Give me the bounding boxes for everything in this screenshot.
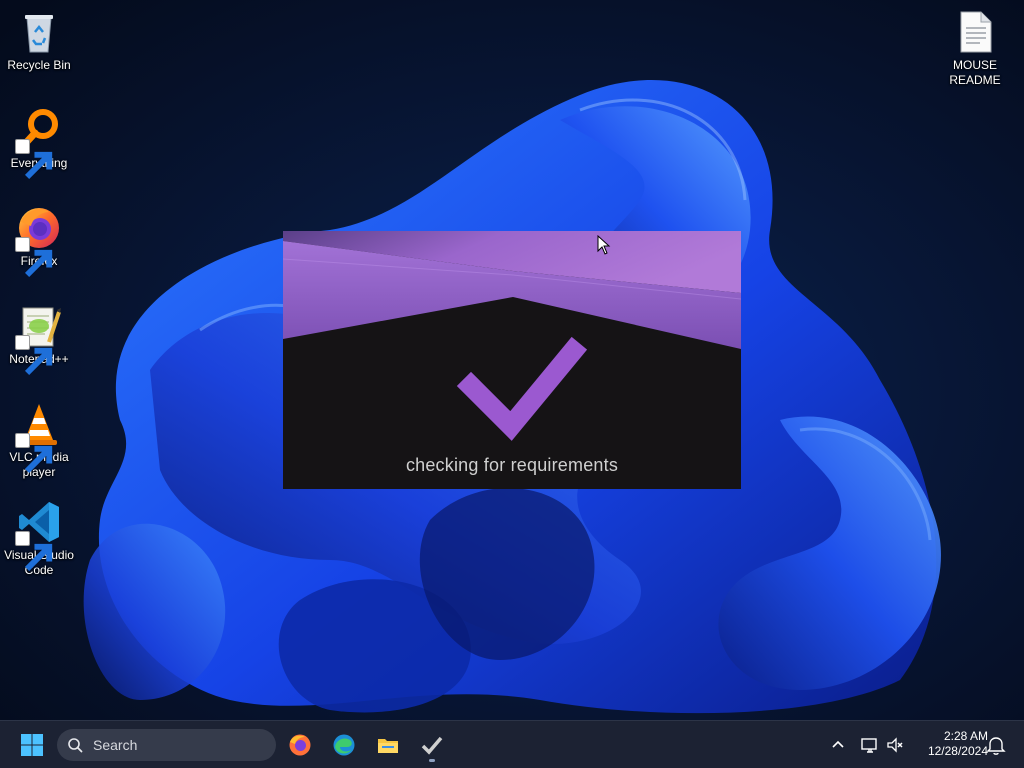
search-icon (68, 738, 83, 753)
taskbar-edge-button[interactable] (326, 727, 362, 763)
requirements-splash-window: checking for requirements (283, 231, 741, 489)
shortcut-arrow-icon (15, 237, 53, 278)
vlc-icon (15, 400, 63, 474)
taskbar-firefox-button[interactable] (282, 727, 318, 763)
file-explorer-icon (378, 739, 398, 753)
desktop-icon-vscode[interactable]: Visual Studio Code (0, 498, 78, 578)
show-hidden-icons-button[interactable] (820, 727, 856, 763)
desktop-icon-vlc[interactable]: VLC media player (0, 400, 78, 480)
shortcut-arrow-icon (15, 433, 53, 474)
desktop-icon-label-line2: README (949, 73, 1001, 87)
recycle-bin-icon (15, 8, 63, 56)
shortcut-arrow-icon (15, 139, 53, 180)
volume-button[interactable] (878, 727, 914, 763)
taskbar-clock[interactable]: 2:28 AM 12/28/2024 (912, 729, 988, 759)
speaker-muted-icon (887, 737, 903, 753)
mouse-cursor-icon (597, 235, 611, 255)
notifications-button[interactable] (978, 727, 1014, 763)
clock-time: 2:28 AM (943, 729, 988, 743)
vscode-icon (15, 498, 63, 572)
taskbar-checkmark-app-button[interactable] (414, 727, 450, 763)
desktop-icon-everything[interactable]: Everything (0, 106, 78, 180)
edge-icon (333, 734, 355, 756)
desktop-icon-label-line1: MOUSE (952, 58, 997, 72)
taskbar-search-box[interactable]: Search (57, 729, 276, 761)
shortcut-arrow-icon (15, 531, 53, 572)
desktop-icon-recycle-bin[interactable]: Recycle Bin (0, 8, 78, 73)
checkmark-app-icon (421, 736, 443, 755)
start-button[interactable] (14, 727, 50, 763)
desktop-icon-notepad-plus-plus[interactable]: Notepad++ (0, 302, 78, 376)
firefox-icon (289, 734, 311, 756)
bell-icon (986, 737, 1006, 755)
splash-status-text: checking for requirements (405, 455, 619, 475)
desktop-icon-label: Recycle Bin (7, 58, 71, 72)
everything-search-icon (15, 106, 63, 180)
running-indicator (429, 759, 435, 762)
windows-start-icon (21, 734, 43, 756)
desktop-icon-firefox[interactable]: Firefox (0, 204, 78, 278)
splash-background (283, 231, 741, 489)
desktop-icon-mouse-readme[interactable]: MOUSE README (936, 8, 1014, 88)
chevron-up-icon (832, 740, 844, 748)
clock-date: 12/28/2024 (927, 744, 988, 758)
taskbar-file-explorer-button[interactable] (370, 727, 406, 763)
search-label: Search (93, 737, 138, 753)
taskbar: Search 2:28 AM 12/28/2024 (0, 720, 1024, 768)
shortcut-arrow-icon (15, 335, 53, 376)
firefox-icon (15, 204, 63, 278)
notepad-plus-plus-icon (15, 302, 63, 376)
text-document-icon (951, 8, 999, 56)
